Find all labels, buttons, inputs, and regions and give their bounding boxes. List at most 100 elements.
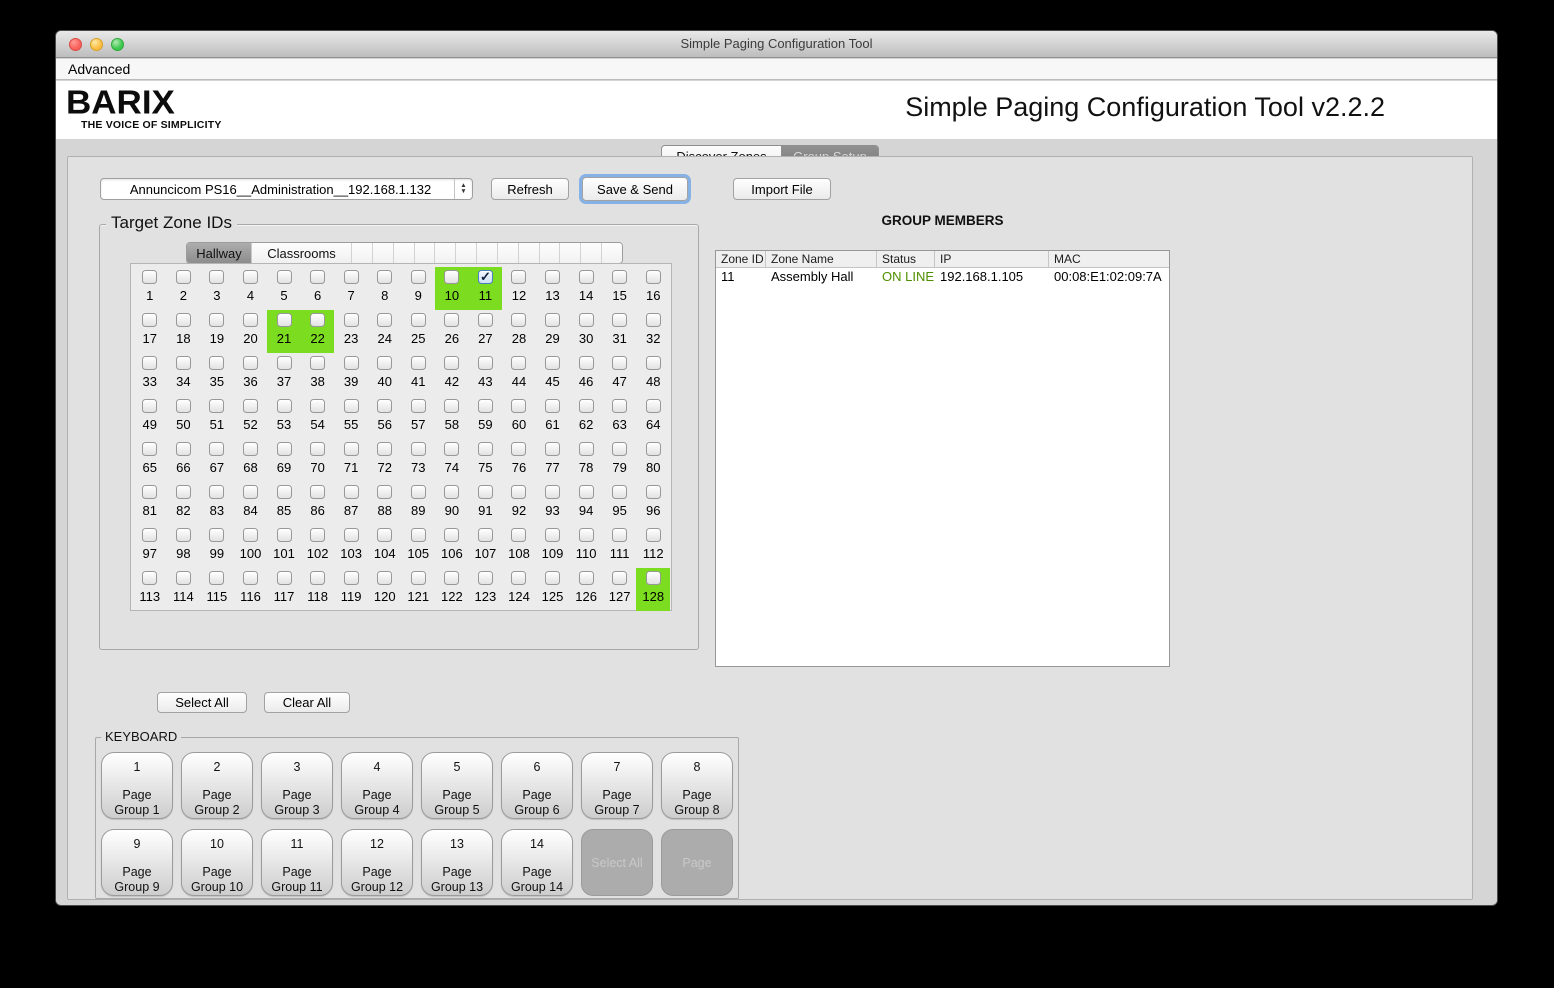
zone-tab-empty[interactable] bbox=[476, 243, 497, 263]
zone-checkbox-114[interactable] bbox=[176, 571, 191, 585]
zone-tab-classrooms[interactable]: Classrooms bbox=[251, 243, 351, 263]
zone-checkbox-98[interactable] bbox=[176, 528, 191, 542]
zone-checkbox-84[interactable] bbox=[243, 485, 258, 499]
zone-checkbox-37[interactable] bbox=[277, 356, 292, 370]
zone-checkbox-36[interactable] bbox=[243, 356, 258, 370]
zone-checkbox-87[interactable] bbox=[344, 485, 359, 499]
zone-checkbox-94[interactable] bbox=[579, 485, 594, 499]
zone-checkbox-1[interactable] bbox=[142, 270, 157, 284]
column-header-status[interactable]: Status bbox=[877, 251, 935, 267]
page-group-key-12[interactable]: 12PageGroup 12 bbox=[341, 829, 413, 896]
zone-checkbox-5[interactable] bbox=[277, 270, 292, 284]
zone-checkbox-72[interactable] bbox=[377, 442, 392, 456]
zone-checkbox-104[interactable] bbox=[377, 528, 392, 542]
zone-checkbox-79[interactable] bbox=[612, 442, 627, 456]
zone-checkbox-95[interactable] bbox=[612, 485, 627, 499]
page-group-key-7[interactable]: 7PageGroup 7 bbox=[581, 752, 653, 819]
zone-checkbox-75[interactable] bbox=[478, 442, 493, 456]
zone-checkbox-30[interactable] bbox=[579, 313, 594, 327]
zone-checkbox-126[interactable] bbox=[579, 571, 594, 585]
zone-checkbox-22[interactable] bbox=[310, 313, 325, 327]
zone-checkbox-46[interactable] bbox=[579, 356, 594, 370]
zone-checkbox-61[interactable] bbox=[545, 399, 560, 413]
zone-checkbox-96[interactable] bbox=[646, 485, 661, 499]
select-all-zones-button[interactable]: Select All bbox=[157, 692, 247, 713]
zone-checkbox-100[interactable] bbox=[243, 528, 258, 542]
zone-tab-empty[interactable] bbox=[393, 243, 414, 263]
zone-checkbox-105[interactable] bbox=[411, 528, 426, 542]
save-send-button[interactable]: Save & Send bbox=[582, 177, 688, 201]
zone-checkbox-8[interactable] bbox=[377, 270, 392, 284]
page-group-key-10[interactable]: 10PageGroup 10 bbox=[181, 829, 253, 896]
zone-checkbox-117[interactable] bbox=[277, 571, 292, 585]
zone-checkbox-99[interactable] bbox=[209, 528, 224, 542]
zone-checkbox-10[interactable] bbox=[444, 270, 459, 284]
zone-checkbox-16[interactable] bbox=[646, 270, 661, 284]
zone-checkbox-7[interactable] bbox=[344, 270, 359, 284]
zone-checkbox-85[interactable] bbox=[277, 485, 292, 499]
zone-checkbox-77[interactable] bbox=[545, 442, 560, 456]
page-group-key-1[interactable]: 1PageGroup 1 bbox=[101, 752, 173, 819]
zone-checkbox-12[interactable] bbox=[511, 270, 526, 284]
zone-checkbox-66[interactable] bbox=[176, 442, 191, 456]
zone-checkbox-64[interactable] bbox=[646, 399, 661, 413]
zone-checkbox-40[interactable] bbox=[377, 356, 392, 370]
zone-checkbox-49[interactable] bbox=[142, 399, 157, 413]
zone-checkbox-106[interactable] bbox=[444, 528, 459, 542]
page-group-key-2[interactable]: 2PageGroup 2 bbox=[181, 752, 253, 819]
zone-checkbox-88[interactable] bbox=[377, 485, 392, 499]
zone-checkbox-63[interactable] bbox=[612, 399, 627, 413]
zone-checkbox-48[interactable] bbox=[646, 356, 661, 370]
column-header-zone-id[interactable]: Zone ID bbox=[716, 251, 766, 267]
clear-all-zones-button[interactable]: Clear All bbox=[264, 692, 350, 713]
zone-checkbox-81[interactable] bbox=[142, 485, 157, 499]
zone-checkbox-127[interactable] bbox=[612, 571, 627, 585]
zone-checkbox-69[interactable] bbox=[277, 442, 292, 456]
zone-checkbox-6[interactable] bbox=[310, 270, 325, 284]
zone-checkbox-13[interactable] bbox=[545, 270, 560, 284]
page-group-key-6[interactable]: 6PageGroup 6 bbox=[501, 752, 573, 819]
zone-checkbox-73[interactable] bbox=[411, 442, 426, 456]
zone-checkbox-124[interactable] bbox=[511, 571, 526, 585]
zone-checkbox-18[interactable] bbox=[176, 313, 191, 327]
zone-checkbox-21[interactable] bbox=[277, 313, 292, 327]
zone-checkbox-90[interactable] bbox=[444, 485, 459, 499]
page-group-key-11[interactable]: 11PageGroup 11 bbox=[261, 829, 333, 896]
zone-checkbox-59[interactable] bbox=[478, 399, 493, 413]
page-group-key-14[interactable]: 14PageGroup 14 bbox=[501, 829, 573, 896]
zone-checkbox-89[interactable] bbox=[411, 485, 426, 499]
zone-checkbox-70[interactable] bbox=[310, 442, 325, 456]
zone-tab-empty[interactable] bbox=[414, 243, 435, 263]
zone-checkbox-83[interactable] bbox=[209, 485, 224, 499]
zone-checkbox-53[interactable] bbox=[277, 399, 292, 413]
zone-checkbox-128[interactable] bbox=[646, 571, 661, 585]
zone-checkbox-102[interactable] bbox=[310, 528, 325, 542]
zone-tab-empty[interactable] bbox=[351, 243, 372, 263]
zone-checkbox-9[interactable] bbox=[411, 270, 426, 284]
zone-checkbox-51[interactable] bbox=[209, 399, 224, 413]
zone-checkbox-29[interactable] bbox=[545, 313, 560, 327]
page-group-key-5[interactable]: 5PageGroup 5 bbox=[421, 752, 493, 819]
combo-stepper-icon[interactable]: ▲▼ bbox=[454, 179, 472, 199]
zone-checkbox-60[interactable] bbox=[511, 399, 526, 413]
zone-checkbox-23[interactable] bbox=[344, 313, 359, 327]
zone-checkbox-112[interactable] bbox=[646, 528, 661, 542]
zone-checkbox-19[interactable] bbox=[209, 313, 224, 327]
zone-checkbox-125[interactable] bbox=[545, 571, 560, 585]
zone-checkbox-20[interactable] bbox=[243, 313, 258, 327]
zone-checkbox-118[interactable] bbox=[310, 571, 325, 585]
zone-checkbox-26[interactable] bbox=[444, 313, 459, 327]
page-group-key-3[interactable]: 3PageGroup 3 bbox=[261, 752, 333, 819]
zone-checkbox-76[interactable] bbox=[511, 442, 526, 456]
zone-checkbox-74[interactable] bbox=[444, 442, 459, 456]
zone-checkbox-78[interactable] bbox=[579, 442, 594, 456]
zone-checkbox-122[interactable] bbox=[444, 571, 459, 585]
zone-checkbox-52[interactable] bbox=[243, 399, 258, 413]
zone-checkbox-121[interactable] bbox=[411, 571, 426, 585]
page-group-key-9[interactable]: 9PageGroup 9 bbox=[101, 829, 173, 896]
zone-tab-empty[interactable] bbox=[539, 243, 560, 263]
zone-tab-empty[interactable] bbox=[518, 243, 539, 263]
zone-checkbox-33[interactable] bbox=[142, 356, 157, 370]
zone-checkbox-113[interactable] bbox=[142, 571, 157, 585]
zone-tab-empty[interactable] bbox=[601, 243, 622, 263]
